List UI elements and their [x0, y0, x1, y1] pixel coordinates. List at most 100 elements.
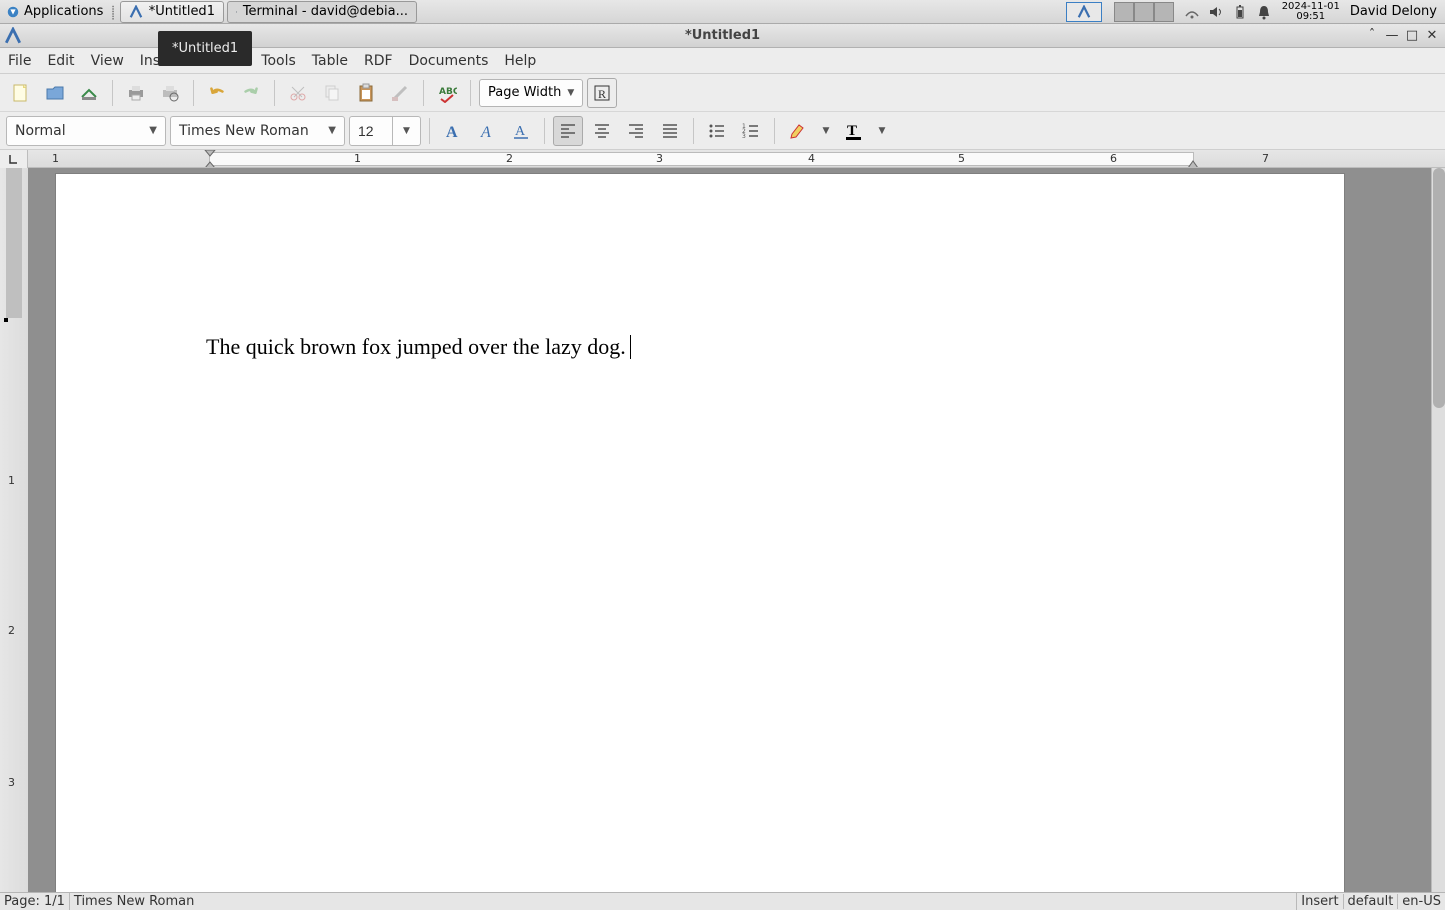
- font-color-icon: T: [843, 120, 865, 142]
- separator: ⸽: [109, 3, 116, 21]
- terminal-icon: [236, 5, 237, 19]
- taskbar-button-terminal[interactable]: Terminal - david@debia...: [227, 1, 417, 23]
- paragraph-style-dropdown[interactable]: Normal ▼: [6, 116, 166, 146]
- ruler-number: 5: [958, 152, 965, 165]
- print-preview-button[interactable]: [155, 78, 185, 108]
- status-language[interactable]: en-US: [1398, 894, 1445, 909]
- status-page[interactable]: Page: 1/1: [0, 893, 70, 910]
- svg-text:T: T: [847, 123, 857, 139]
- chevron-down-icon: ▼: [149, 125, 157, 136]
- bold-button[interactable]: A: [438, 116, 468, 146]
- bullet-list-icon: [707, 121, 727, 141]
- xfce-logo-icon: [6, 5, 20, 19]
- highlight-color-dropdown[interactable]: ▼: [817, 116, 835, 146]
- italic-button[interactable]: A: [472, 116, 502, 146]
- menu-documents[interactable]: Documents: [409, 53, 489, 69]
- align-justify-button[interactable]: [655, 116, 685, 146]
- align-center-button[interactable]: [587, 116, 617, 146]
- document-text-line[interactable]: The quick brown fox jumped over the lazy…: [206, 334, 631, 360]
- open-button[interactable]: [40, 78, 70, 108]
- font-color-dropdown[interactable]: ▼: [873, 116, 891, 146]
- workspace-switcher[interactable]: [1114, 2, 1174, 22]
- bullet-list-button[interactable]: [702, 116, 732, 146]
- applications-menu[interactable]: Applications: [0, 4, 109, 19]
- username[interactable]: David Delony: [1350, 4, 1437, 19]
- save-button[interactable]: [74, 78, 104, 108]
- separator: [274, 80, 275, 106]
- font-size-input[interactable]: [349, 116, 393, 146]
- spellcheck-button[interactable]: ABC: [432, 78, 462, 108]
- highlight-icon: [787, 120, 809, 142]
- copy-button[interactable]: [317, 78, 347, 108]
- new-button[interactable]: [6, 78, 36, 108]
- format-painter-button[interactable]: [385, 78, 415, 108]
- svg-text:A: A: [480, 124, 491, 141]
- status-insert-mode[interactable]: Insert: [1297, 894, 1343, 909]
- taskbar-label: *Untitled1: [149, 4, 215, 19]
- separator: [429, 118, 430, 144]
- undo-button[interactable]: [202, 78, 232, 108]
- tooltip: *Untitled1: [158, 31, 252, 66]
- paragraph-button[interactable]: R: [587, 78, 617, 108]
- battery-icon[interactable]: [1232, 4, 1248, 20]
- menu-tools[interactable]: Tools: [261, 53, 296, 69]
- separator: [470, 80, 471, 106]
- redo-icon: [241, 83, 261, 103]
- separator: [544, 118, 545, 144]
- ruler-number: 4: [808, 152, 815, 165]
- chevron-down-icon: ▼: [879, 126, 886, 136]
- print-button[interactable]: [121, 78, 151, 108]
- ruler-corner[interactable]: [0, 150, 28, 168]
- menu-file[interactable]: File: [8, 53, 31, 69]
- status-font[interactable]: Times New Roman: [70, 893, 1297, 910]
- redo-button[interactable]: [236, 78, 266, 108]
- ruler-number: 1: [354, 152, 361, 165]
- notification-icon[interactable]: [1256, 4, 1272, 20]
- align-left-icon: [559, 122, 577, 140]
- standard-toolbar: ABC Page Width ▼ R: [0, 74, 1445, 112]
- volume-icon[interactable]: [1208, 4, 1224, 20]
- underline-button[interactable]: A: [506, 116, 536, 146]
- document-page[interactable]: The quick brown fox jumped over the lazy…: [56, 174, 1344, 892]
- menu-view[interactable]: View: [91, 53, 124, 69]
- document-text: The quick brown fox jumped over the lazy…: [206, 334, 626, 360]
- indent-marker-icon[interactable]: [203, 150, 217, 167]
- svg-text:A: A: [515, 124, 526, 139]
- menu-table[interactable]: Table: [312, 53, 348, 69]
- cut-button[interactable]: [283, 78, 313, 108]
- vertical-ruler[interactable]: 1 2 3: [0, 168, 28, 892]
- separator: [774, 118, 775, 144]
- spellcheck-icon: ABC: [437, 83, 457, 103]
- chevron-down-icon: ▼: [567, 88, 574, 98]
- italic-icon: A: [476, 120, 498, 142]
- menu-edit[interactable]: Edit: [47, 53, 74, 69]
- clipboard-icon: [356, 83, 376, 103]
- align-right-button[interactable]: [621, 116, 651, 146]
- font-color-button[interactable]: T: [839, 116, 869, 146]
- font-family-dropdown[interactable]: Times New Roman ▼: [170, 116, 345, 146]
- align-left-button[interactable]: [553, 116, 583, 146]
- network-icon[interactable]: [1184, 4, 1200, 20]
- zoom-dropdown[interactable]: Page Width ▼: [479, 79, 583, 107]
- print-preview-icon: [160, 83, 180, 103]
- vertical-scrollbar[interactable]: [1431, 168, 1445, 892]
- right-indent-marker-icon[interactable]: [1186, 159, 1200, 167]
- svg-text:ABC: ABC: [439, 87, 457, 97]
- ruler-number: 7: [1262, 152, 1269, 165]
- save-icon: [79, 83, 99, 103]
- clock[interactable]: 2024-11-01 09:51: [1282, 2, 1340, 22]
- taskbar-button-untitled[interactable]: *Untitled1: [120, 1, 224, 23]
- number-list-button[interactable]: 123: [736, 116, 766, 146]
- font-size-dropdown[interactable]: ▼: [393, 116, 421, 146]
- horizontal-ruler[interactable]: 1 1 2 3 4 5 6 7: [28, 150, 1445, 167]
- status-style[interactable]: default: [1344, 894, 1399, 909]
- menu-help[interactable]: Help: [504, 53, 536, 69]
- active-window-indicator[interactable]: [1066, 2, 1102, 22]
- chevron-down-icon: ▼: [823, 126, 830, 136]
- paste-button[interactable]: [351, 78, 381, 108]
- scrollbar-thumb[interactable]: [1433, 168, 1445, 408]
- highlight-color-button[interactable]: [783, 116, 813, 146]
- bold-icon: A: [442, 120, 464, 142]
- document-viewport[interactable]: The quick brown fox jumped over the lazy…: [28, 168, 1431, 892]
- menu-rdf[interactable]: RDF: [364, 53, 393, 69]
